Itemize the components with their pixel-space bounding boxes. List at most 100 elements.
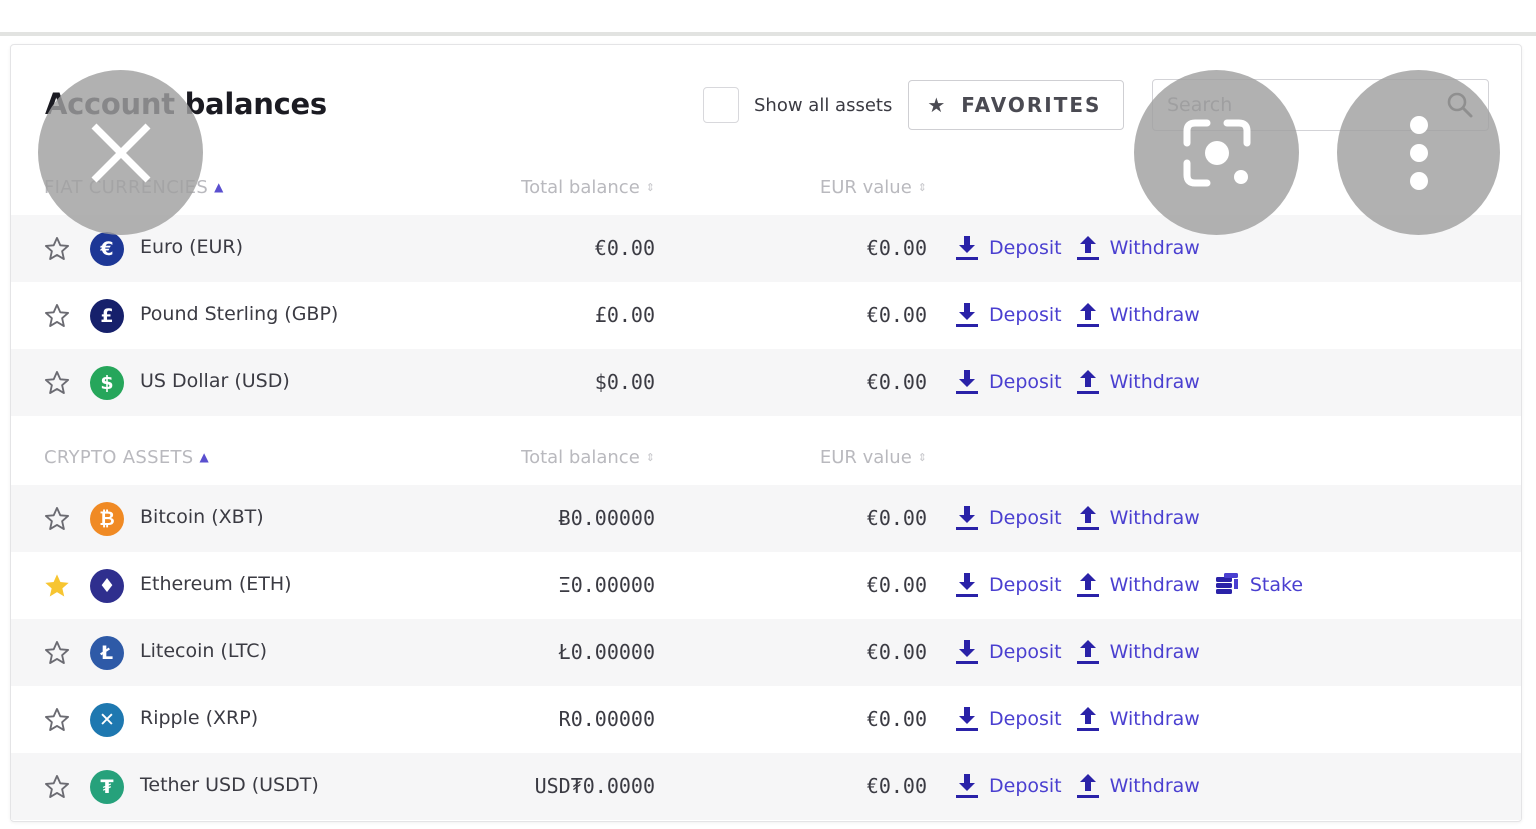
eur-value: €0.00 bbox=[866, 370, 927, 394]
withdraw-link[interactable]: Withdraw bbox=[1076, 504, 1200, 532]
asset-name: Ripple (XRP) bbox=[140, 707, 259, 729]
toolbar: Show all assets ★ FAVORITES bbox=[703, 79, 1125, 131]
pound-icon: £ bbox=[90, 299, 124, 333]
total-balance: £0.00 bbox=[594, 303, 655, 327]
sort-icon: ⇕ bbox=[645, 451, 655, 464]
row-actions: Deposit Withdraw bbox=[955, 702, 1214, 736]
total-balance: Ξ0.00000 bbox=[558, 573, 655, 597]
star-outline-icon[interactable] bbox=[43, 505, 71, 533]
star-outline-icon[interactable] bbox=[43, 302, 71, 330]
withdraw-link[interactable]: Withdraw bbox=[1076, 368, 1200, 396]
star-filled-icon[interactable] bbox=[43, 572, 71, 600]
row-actions: Deposit Withdraw bbox=[955, 231, 1214, 265]
asset-name: Euro (EUR) bbox=[140, 236, 244, 258]
deposit-link[interactable]: Deposit bbox=[955, 504, 1062, 532]
bitcoin-icon: ₿ bbox=[90, 502, 124, 536]
asset-row: ✕ Ripple (XRP) R0.00000 €0.00 Deposit Withdra… bbox=[11, 686, 1521, 753]
crypto-asset-column-label: CRYPTO ASSETS bbox=[44, 447, 194, 468]
withdraw-label: Withdraw bbox=[1109, 775, 1200, 797]
withdraw-icon bbox=[1076, 772, 1110, 800]
deposit-link[interactable]: Deposit bbox=[955, 368, 1062, 396]
row-actions: Deposit Withdraw bbox=[955, 365, 1214, 399]
deposit-label: Deposit bbox=[989, 574, 1062, 596]
fiat-total-column-header[interactable]: Total balance ⇕ bbox=[521, 177, 655, 198]
withdraw-icon bbox=[1076, 234, 1110, 262]
star-icon: ★ bbox=[927, 93, 946, 117]
close-overlay-button[interactable] bbox=[38, 70, 203, 235]
eur-value: €0.00 bbox=[866, 774, 927, 798]
star-outline-icon[interactable] bbox=[43, 773, 71, 801]
show-all-assets-label[interactable]: Show all assets bbox=[754, 95, 892, 116]
sort-up-icon: ▲ bbox=[214, 180, 224, 194]
sort-icon: ⇕ bbox=[917, 181, 927, 194]
dollar-icon: $ bbox=[90, 366, 124, 400]
total-balance: R0.00000 bbox=[558, 707, 655, 731]
withdraw-label: Withdraw bbox=[1109, 371, 1200, 393]
total-balance: USD₮0.0000 bbox=[534, 774, 655, 798]
star-outline-icon[interactable] bbox=[43, 706, 71, 734]
withdraw-link[interactable]: Withdraw bbox=[1076, 301, 1200, 329]
withdraw-label: Withdraw bbox=[1109, 507, 1200, 529]
withdraw-link[interactable]: Withdraw bbox=[1076, 571, 1200, 599]
eur-value: €0.00 bbox=[866, 236, 927, 260]
row-actions: Deposit Withdraw bbox=[955, 501, 1214, 535]
withdraw-label: Withdraw bbox=[1109, 574, 1200, 596]
stake-link[interactable]: Stake bbox=[1214, 571, 1303, 599]
show-all-assets-checkbox[interactable] bbox=[703, 87, 739, 123]
deposit-label: Deposit bbox=[989, 641, 1062, 663]
crypto-eur-column-header[interactable]: EUR value ⇕ bbox=[820, 447, 927, 468]
litecoin-icon: Ł bbox=[90, 636, 124, 670]
total-balance: €0.00 bbox=[594, 236, 655, 260]
asset-name: Bitcoin (XBT) bbox=[140, 506, 264, 528]
top-divider bbox=[0, 32, 1536, 36]
star-outline-icon[interactable] bbox=[43, 369, 71, 397]
asset-name: Pound Sterling (GBP) bbox=[140, 303, 339, 325]
deposit-link[interactable]: Deposit bbox=[955, 705, 1062, 733]
row-actions: Deposit Withdraw bbox=[955, 298, 1214, 332]
crypto-total-column-header[interactable]: Total balance ⇕ bbox=[521, 447, 655, 468]
withdraw-link[interactable]: Withdraw bbox=[1076, 234, 1200, 262]
asset-row: Ł Litecoin (LTC) Ł0.00000 €0.00 Deposit Withd… bbox=[11, 619, 1521, 686]
deposit-link[interactable]: Deposit bbox=[955, 772, 1062, 800]
crypto-eur-column-label: EUR value bbox=[819, 447, 912, 468]
withdraw-link[interactable]: Withdraw bbox=[1076, 772, 1200, 800]
asset-row: ₿ Bitcoin (XBT) Ƀ0.00000 €0.00 Deposit Withdr… bbox=[11, 485, 1521, 552]
fiat-eur-column-header[interactable]: EUR value ⇕ bbox=[820, 177, 927, 198]
deposit-link[interactable]: Deposit bbox=[955, 571, 1062, 599]
more-options-overlay-button[interactable] bbox=[1337, 70, 1500, 235]
deposit-icon bbox=[955, 234, 989, 262]
close-icon bbox=[91, 123, 150, 182]
favorites-label: FAVORITES bbox=[961, 93, 1102, 117]
deposit-icon bbox=[955, 504, 989, 532]
favorites-button[interactable]: ★ FAVORITES bbox=[908, 80, 1125, 130]
crypto-asset-column-header[interactable]: CRYPTO ASSETS ▲ bbox=[44, 447, 209, 468]
asset-row: € Euro (EUR) €0.00 €0.00 Deposit Withdraw bbox=[11, 215, 1521, 282]
deposit-link[interactable]: Deposit bbox=[955, 638, 1062, 666]
sort-icon: ⇕ bbox=[645, 181, 655, 194]
withdraw-icon bbox=[1076, 638, 1110, 666]
withdraw-label: Withdraw bbox=[1109, 708, 1200, 730]
lens-overlay-button[interactable] bbox=[1134, 70, 1299, 235]
deposit-link[interactable]: Deposit bbox=[955, 301, 1062, 329]
total-balance: Ƀ0.00000 bbox=[558, 506, 655, 530]
deposit-icon bbox=[955, 571, 989, 599]
more-vertical-icon bbox=[1409, 115, 1428, 190]
crypto-total-column-label: Total balance bbox=[521, 447, 640, 468]
deposit-label: Deposit bbox=[989, 708, 1062, 730]
asset-name: Litecoin (LTC) bbox=[140, 640, 267, 662]
sort-icon: ⇕ bbox=[917, 451, 927, 464]
withdraw-link[interactable]: Withdraw bbox=[1076, 705, 1200, 733]
star-outline-icon[interactable] bbox=[43, 639, 71, 667]
eur-value: €0.00 bbox=[866, 303, 927, 327]
deposit-icon bbox=[955, 772, 989, 800]
asset-name: Ethereum (ETH) bbox=[140, 573, 292, 595]
total-balance: $0.00 bbox=[594, 370, 655, 394]
eur-value: €0.00 bbox=[866, 573, 927, 597]
withdraw-icon bbox=[1076, 705, 1110, 733]
deposit-icon bbox=[955, 368, 989, 396]
withdraw-link[interactable]: Withdraw bbox=[1076, 638, 1200, 666]
deposit-link[interactable]: Deposit bbox=[955, 234, 1062, 262]
asset-name: Tether USD (USDT) bbox=[140, 774, 319, 796]
star-outline-icon[interactable] bbox=[43, 235, 71, 263]
withdraw-label: Withdraw bbox=[1109, 304, 1200, 326]
